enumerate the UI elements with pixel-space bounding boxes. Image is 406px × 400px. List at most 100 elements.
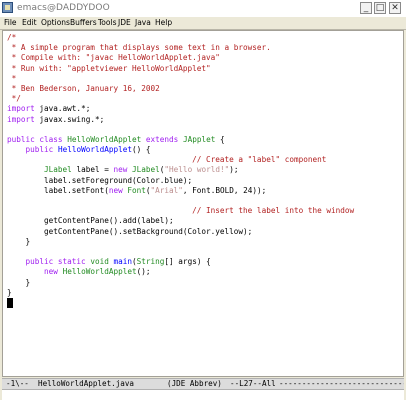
code-token-plain: java.awt.*; (34, 104, 91, 114)
code-line: * A simple program that displays some te… (7, 43, 354, 53)
maximize-button[interactable]: □ (374, 2, 386, 14)
code-token-comment: // Insert the label into the window (192, 206, 355, 216)
code-token-comment: * Run with: "appletviewer HelloWorldAppl… (7, 63, 211, 73)
menu-java[interactable]: Java (135, 17, 151, 29)
code-token-type: Font (127, 185, 146, 195)
menu-edit[interactable]: Edit (22, 17, 37, 29)
menu-jde[interactable]: JDE (118, 17, 131, 29)
code-token-plain: label.setForeground(Color.blue); (7, 175, 193, 185)
code-token-plain: getContentPane().add(label); (7, 216, 174, 226)
code-line: * Ben Bederson, January 16, 2002 (7, 84, 354, 94)
code-line: new HelloWorldApplet(); (7, 267, 354, 277)
code-token-keyword: public class (7, 134, 63, 144)
code-token-plain: } (7, 287, 12, 297)
code-line: * Run with: "appletviewer HelloWorldAppl… (7, 64, 354, 74)
menu-buffers[interactable]: Buffers (70, 17, 97, 29)
menu-file[interactable]: File (4, 17, 17, 29)
code-token-type: JLabel (132, 165, 160, 175)
close-button[interactable]: ✕ (389, 2, 401, 14)
code-line: /* (7, 33, 354, 43)
code-line: // Insert the label into the window (7, 206, 354, 216)
code-token-plain: } (7, 236, 31, 246)
code-token-keyword: new (44, 267, 58, 277)
code-token-plain: } (7, 277, 31, 287)
code-token-string: "Hello world!" (164, 165, 230, 175)
code-line: * Compile with: "javac HelloWorldApplet.… (7, 53, 354, 63)
code-token-comment: * A simple program that displays some te… (7, 43, 271, 53)
code-token-plain: (); (136, 267, 151, 277)
code-token-type: HelloWorldApplet (62, 267, 137, 277)
code-token-keyword: extends (145, 134, 179, 144)
modeline-buffer-name[interactable]: HelloWorldApplet.java (38, 379, 134, 389)
code-token-plain: getContentPane().setBackground(Color.yel… (7, 226, 253, 236)
menu-tools[interactable]: Tools (98, 17, 116, 29)
modeline-fill: ------------------------------------- (279, 379, 404, 388)
minibuffer[interactable] (2, 390, 404, 400)
code-line: * (7, 74, 354, 84)
code-token-type: String (136, 257, 165, 267)
code-token-comment: * Compile with: "javac HelloWorldApplet.… (7, 53, 220, 63)
code-line: label.setFont(new Font("Arial", Font.BOL… (7, 186, 354, 196)
code-line: } (7, 237, 354, 247)
code-token-func: HelloWorldApplet (57, 145, 132, 155)
code-token-func: main (113, 257, 132, 267)
emacs-app-icon (2, 2, 13, 13)
code-token-string: "Arial" (150, 185, 183, 195)
code-token-plain: ); (229, 165, 239, 175)
editor-buffer[interactable]: /* * A simple program that displays some… (2, 30, 404, 377)
code-token-plain: javax.swing.*; (34, 114, 105, 124)
code-token-keyword: import (7, 114, 35, 124)
code-token-type: void (90, 257, 109, 267)
code-line: import javax.swing.*; (7, 115, 354, 125)
source-code: /* * A simple program that displays some… (7, 33, 354, 308)
window-title: emacs@DADDYDOO (17, 3, 110, 13)
code-line: */ (7, 94, 354, 104)
code-token-keyword: new (113, 165, 128, 175)
modeline-mode[interactable]: (JDE Abbrev) (167, 379, 222, 389)
code-token-comment: // Create a "label" component (192, 155, 327, 165)
code-line: label.setForeground(Color.blue); (7, 176, 354, 186)
text-cursor (7, 297, 13, 308)
code-line: getContentPane().setBackground(Color.yel… (7, 227, 354, 237)
code-token-keyword: import (7, 104, 35, 114)
code-token-plain: label = (71, 165, 114, 175)
minimize-button[interactable]: _ (360, 2, 372, 14)
code-line: } (7, 278, 354, 288)
code-token-keyword: new (108, 185, 123, 195)
code-token-comment: * Ben Bederson, January 16, 2002 (7, 83, 160, 93)
code-token-plain: , Font.BOLD, 24)); (182, 185, 267, 195)
code-line: JLabel label = new JLabel("Hello world!"… (7, 165, 354, 175)
cursor-line (7, 297, 354, 308)
code-token-plain: [] args) { (164, 257, 211, 267)
menu-bar: File Edit Options Buffers Tools JDE Java… (0, 17, 406, 30)
code-token-keyword: public (25, 145, 54, 155)
code-line: import java.awt.*; (7, 104, 354, 114)
menu-options[interactable]: Options (41, 17, 70, 29)
code-line: public class HelloWorldApplet extends JA… (7, 135, 354, 145)
modeline-status: -1\-- (6, 379, 29, 388)
code-token-comment: /* (7, 33, 17, 42)
code-token-type: JLabel (44, 165, 72, 175)
code-token-comment: */ (7, 94, 21, 104)
code-line: // Create a "label" component (7, 155, 354, 165)
code-line: getContentPane().add(label); (7, 216, 354, 226)
title-bar[interactable]: emacs@DADDYDOO _ □ ✕ (0, 0, 406, 18)
code-token-comment: * (7, 73, 17, 83)
code-token-plain: () { (132, 145, 151, 155)
code-token-plain: { (215, 134, 225, 144)
menu-help[interactable]: Help (155, 17, 172, 29)
code-line: } (7, 288, 354, 298)
code-token-plain: label.setFont( (7, 185, 109, 195)
code-token-type: JApplet (182, 134, 216, 144)
mode-line: -1\-- HelloWorldApplet.java (JDE Abbrev)… (2, 378, 404, 390)
code-line: public static void main(String[] args) { (7, 257, 354, 267)
emacs-window: emacs@DADDYDOO _ □ ✕ File Edit Options B… (0, 0, 406, 400)
